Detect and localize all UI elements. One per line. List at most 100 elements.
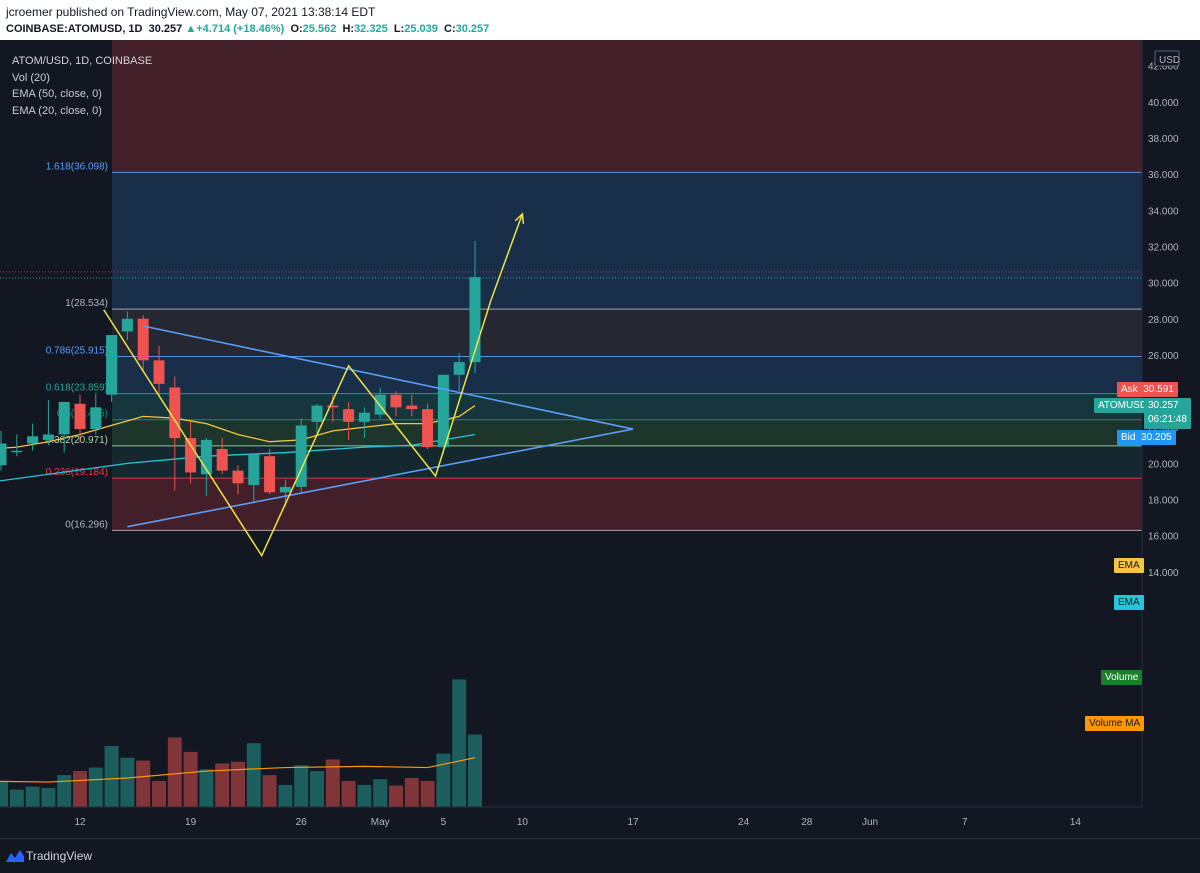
ema50-tag: EMA (1114, 595, 1144, 610)
symbol-label: COINBASE:ATOMUSD, 1D (6, 23, 143, 35)
fib-zone (112, 419, 1142, 446)
symbol-tag-label: ATOMUSD (1098, 400, 1148, 411)
volume-bar (246, 743, 261, 807)
price-tick-label: 32.000 (1148, 242, 1179, 253)
candle-body (422, 409, 434, 448)
close-label: C: (444, 23, 456, 35)
ohlc-line: COINBASE:ATOMUSD, 1D 30.257 ▲+4.714 (+18… (6, 23, 489, 35)
volume-bar (262, 775, 277, 807)
ask-value: 30.591 (1143, 384, 1174, 395)
tradingview-logo-icon[interactable] (6, 848, 24, 862)
open-label: O: (290, 23, 303, 35)
time-tick-label: 14 (1070, 817, 1082, 828)
candle-body (137, 318, 149, 361)
candle-body (74, 403, 86, 430)
time-tick-label: 17 (627, 817, 639, 828)
last-price-tag: 30.257 06:21:48 (1144, 398, 1191, 429)
legend-title: ATOM/USD, 1D, COINBASE (12, 55, 153, 67)
volume-ma-tag: Volume MA (1085, 716, 1145, 731)
candle-body (169, 387, 181, 439)
fib-level-label: 0.236(19.184) (46, 467, 108, 478)
bid-value: 30.205 (1141, 432, 1172, 443)
volume-bar (278, 784, 293, 807)
bid-tag: Bid 30.205 (1117, 430, 1176, 445)
ask-tag: Ask 30.591 (1117, 382, 1178, 397)
volume-bar (41, 787, 56, 807)
footer-bar: TradingView (0, 838, 1200, 873)
fib-level-label: 0(16.296) (65, 519, 108, 530)
candle-body (453, 362, 465, 375)
candle-body (358, 412, 370, 422)
time-tick-label: 28 (801, 817, 813, 828)
candle-body (232, 470, 244, 484)
price-tick-label: 30.000 (1148, 279, 1179, 290)
volume-bar (436, 753, 451, 807)
volume-bar (294, 765, 309, 807)
price-tick-label: 36.000 (1148, 170, 1179, 181)
candle-body (58, 401, 70, 435)
chart-legend: ATOM/USD, 1D, COINBASE Vol (20) EMA (50,… (12, 53, 152, 119)
price-tick-label: 34.000 (1148, 206, 1179, 217)
fib-level-label: 1.618(36.098) (46, 161, 108, 172)
volume-bar (373, 779, 388, 807)
volume-tag: Volume (1101, 670, 1143, 685)
volume-tag-label: Volume (1105, 672, 1139, 683)
volume-bar (310, 771, 324, 807)
volume-bar (199, 769, 214, 807)
fib-zone (112, 356, 1142, 394)
volume-bar (104, 746, 119, 807)
volume-bar (420, 780, 435, 807)
publish-header: jcroemer published on TradingView.com, M… (0, 0, 1200, 40)
fib-zone (112, 309, 1142, 357)
high-label: H: (342, 23, 355, 35)
candle-body (153, 360, 165, 384)
price-chart[interactable]: 1.618(36.098) 1(28.534) 0.786(25.915) 0.618… (0, 40, 1200, 838)
volume-bar (341, 780, 356, 807)
footer-brand[interactable]: TradingView (26, 849, 92, 863)
ema50-tag-label: EMA (1118, 597, 1140, 608)
legend-ema20[interactable]: EMA (20, close, 0) (12, 103, 152, 120)
volume-bar (167, 737, 182, 807)
volume-bar (136, 760, 151, 807)
legend-ema50[interactable]: EMA (50, close, 0) (12, 86, 152, 103)
volume-bar (25, 786, 40, 807)
time-tick-label: 12 (74, 817, 86, 828)
fib-zone (112, 393, 1142, 420)
low-value: 25.039 (404, 23, 438, 35)
time-tick-label: 26 (296, 817, 308, 828)
time-tick-label: May (371, 817, 390, 828)
volume-bar (404, 778, 419, 807)
price-tick-label: 20.000 (1148, 459, 1179, 470)
volume-bar (357, 784, 372, 807)
volume-bar (120, 757, 135, 807)
candle-body (343, 409, 355, 422)
time-tick-label: Jun (862, 817, 878, 828)
volume-bar (88, 767, 103, 807)
price-tick-label: 38.000 (1148, 134, 1179, 145)
last-price: 30.257 (148, 23, 183, 35)
change-value: +4.714 (+18.46%) (196, 23, 285, 35)
candle-body (406, 405, 418, 410)
bar-countdown: 06:21:48 (1148, 414, 1187, 425)
close-value: 30.257 (455, 23, 490, 35)
candle-body (264, 456, 276, 493)
low-label: L: (393, 23, 405, 35)
price-tick-label: 26.000 (1148, 351, 1179, 362)
last-price-tag-value: 30.257 (1148, 400, 1179, 411)
volume-bar (9, 789, 24, 807)
volume-bar (0, 780, 8, 807)
candle-body (90, 407, 102, 430)
volume-ma-tag-label: Volume MA (1089, 718, 1141, 729)
volume-bar (73, 771, 87, 807)
volume-bar (468, 734, 482, 807)
fib-level-label: 0.618(23.859) (46, 383, 108, 394)
bid-label: Bid (1121, 432, 1136, 443)
price-tick-label: 28.000 (1148, 315, 1179, 326)
volume-bar (231, 761, 245, 807)
time-tick-label: 10 (517, 817, 529, 828)
volume-bar (389, 785, 403, 807)
fib-level-label: 0.786(25.915) (46, 345, 108, 356)
candle-body (311, 405, 323, 422)
time-tick-label: 24 (738, 817, 750, 828)
legend-volume[interactable]: Vol (20) (12, 70, 152, 87)
